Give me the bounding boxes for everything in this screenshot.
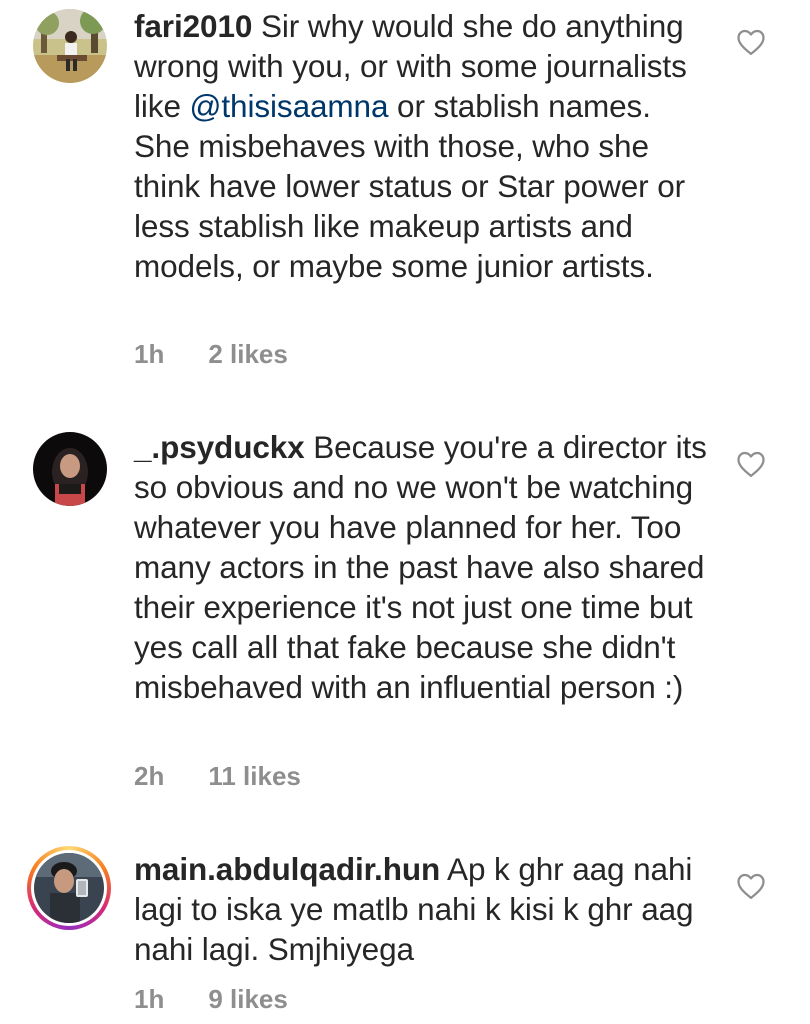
comment-username[interactable]: main.abdulqadir.hun (134, 851, 440, 887)
comment-meta: 1h 2 likes (134, 339, 288, 370)
heart-outline-icon[interactable] (736, 872, 766, 900)
comment-meta: 1h 9 likes (134, 984, 288, 1015)
comment-likes[interactable]: 2 likes (208, 339, 288, 370)
comment-text: main.abdulqadir.hun Ap k ghr aag nahi la… (134, 849, 714, 969)
avatar[interactable] (33, 432, 107, 506)
comment-likes[interactable]: 9 likes (208, 984, 288, 1015)
comment-username[interactable]: _.psyduckx (134, 429, 305, 465)
comment-text: fari2010 Sir why would she do anything w… (134, 6, 714, 286)
avatar[interactable] (33, 9, 107, 83)
comment-time: 2h (134, 761, 165, 791)
avatar-image (33, 9, 107, 83)
comment-text: _.psyduckx Because you're a director its… (134, 427, 714, 707)
heart-outline-icon[interactable] (736, 450, 766, 478)
comment-meta: 2h 11 likes (134, 761, 301, 792)
avatar-image (34, 853, 104, 923)
avatar-ring-gap (31, 850, 107, 926)
comment-body: Because you're a director its so obvious… (134, 429, 707, 705)
heart-outline-icon[interactable] (736, 28, 766, 56)
avatar-image (33, 432, 107, 506)
avatar-story-ring[interactable] (27, 846, 111, 930)
comment-time: 1h (134, 984, 165, 1014)
comment-time: 1h (134, 339, 165, 369)
mention-link[interactable]: @thisisaamna (190, 88, 389, 124)
comment-username[interactable]: fari2010 (134, 8, 252, 44)
comment-likes[interactable]: 11 likes (208, 761, 301, 792)
avatar (34, 853, 104, 923)
